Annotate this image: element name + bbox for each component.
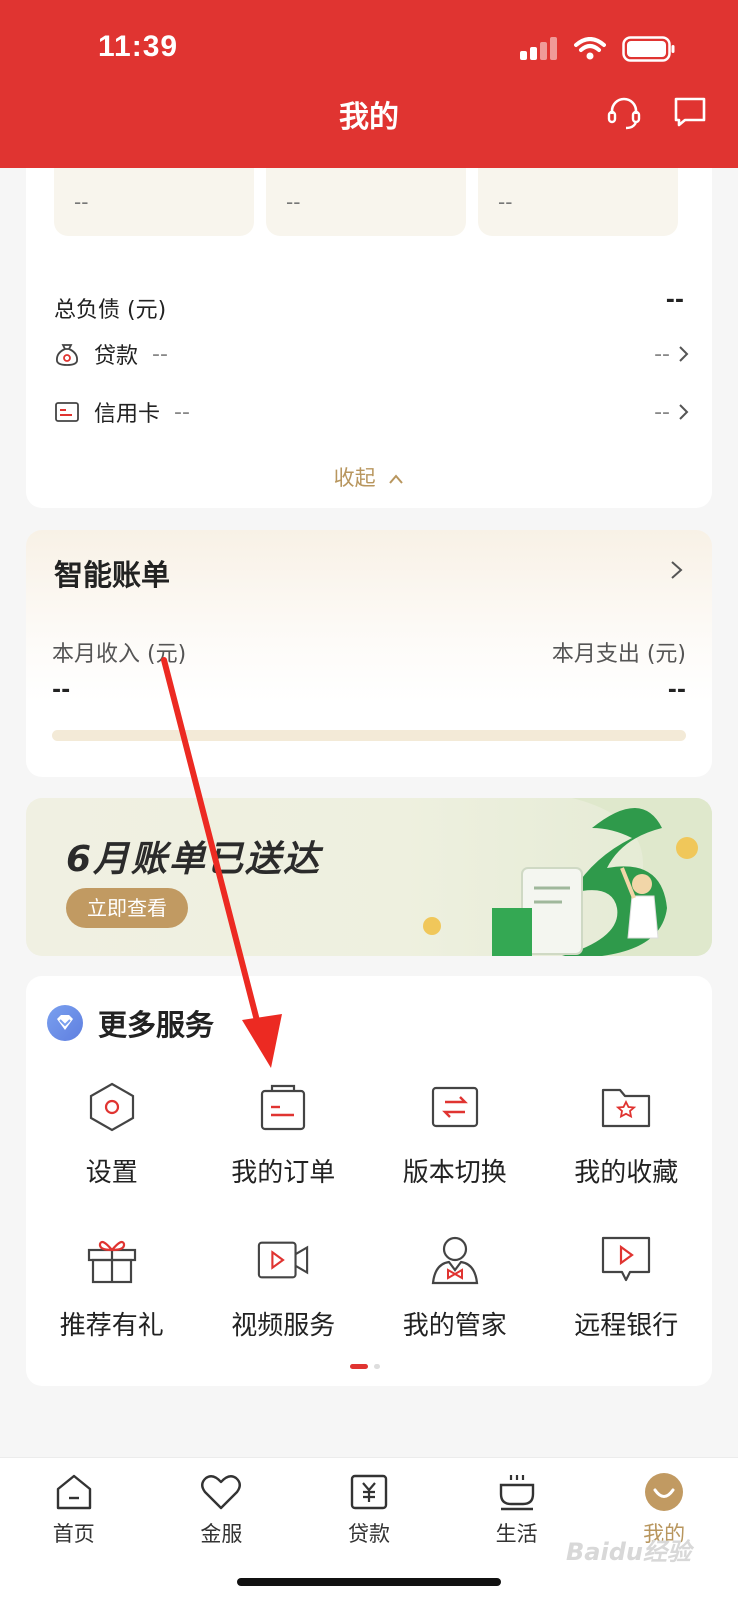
service-label: 我的收藏 (574, 1158, 679, 1188)
service-my-orders[interactable]: 我的订单 (198, 1080, 370, 1189)
debt-row-amount: -- (654, 341, 670, 367)
home-icon (52, 1470, 96, 1514)
chevron-right-icon (679, 346, 689, 362)
service-favorites[interactable]: 我的收藏 (541, 1080, 713, 1189)
service-referral-gift[interactable]: 推荐有礼 (26, 1233, 198, 1342)
status-icons (520, 36, 676, 62)
butler-icon (428, 1233, 482, 1287)
service-video[interactable]: 视频服务 (198, 1233, 370, 1342)
remote-bank-icon (599, 1233, 653, 1287)
header-actions (606, 94, 708, 130)
debt-row-amount: -- (654, 399, 670, 425)
battery-icon (622, 36, 675, 62)
smart-bill-title: 智能账单 (54, 558, 171, 592)
service-remote-bank[interactable]: 远程银行 (541, 1233, 713, 1342)
expense-value: -- (667, 678, 686, 703)
service-label: 我的管家 (402, 1311, 507, 1341)
watermark: Baidu经验 (566, 1538, 691, 1566)
service-label: 我的订单 (231, 1158, 336, 1188)
message-button[interactable] (672, 94, 708, 130)
services-grid: 设置 我的订单 版本切换 我的收藏 推荐有礼 视频服务 我的管家 远程银行 (26, 1080, 712, 1342)
service-label: 版本切换 (402, 1158, 507, 1188)
gift-icon (85, 1233, 139, 1287)
service-label: 推荐有礼 (59, 1311, 164, 1341)
tab-label: 生活 (495, 1522, 538, 1546)
debt-total: -- (665, 288, 684, 313)
service-label: 设置 (85, 1158, 138, 1188)
cellular-signal-icon (520, 37, 557, 60)
income-value: -- (52, 678, 71, 703)
income-expense-bar (52, 730, 686, 741)
switch-icon (428, 1080, 482, 1134)
tab-label: 金服 (200, 1522, 243, 1546)
debt-row-loan[interactable]: 贷款 -- -- (54, 334, 690, 374)
home-indicator (237, 1578, 501, 1586)
collapse-label: 收起 (333, 466, 376, 490)
smart-bill-card[interactable]: 智能账单 本月收入 (元) 本月支出 (元) -- -- (26, 530, 712, 777)
banner-view-button[interactable]: 立即查看 (66, 888, 188, 928)
debt-row-value: -- (152, 341, 168, 367)
chevron-right-icon (679, 404, 689, 420)
settings-hexagon-icon (85, 1080, 139, 1134)
wifi-icon (574, 37, 606, 60)
service-version-switch[interactable]: 版本切换 (369, 1080, 541, 1189)
page-indicator (350, 1364, 380, 1369)
service-butler[interactable]: 我的管家 (369, 1233, 541, 1342)
yuan-loan-icon (347, 1470, 391, 1514)
banner-illustration (423, 798, 712, 956)
credit-card-icon (54, 401, 86, 423)
debt-row-credit-card[interactable]: 信用卡 -- -- (54, 392, 690, 432)
tab-label: 贷款 (347, 1522, 390, 1546)
video-camera-icon (256, 1233, 310, 1287)
profile-smile-icon (642, 1470, 686, 1514)
debt-row-right: -- (654, 342, 690, 367)
customer-service-button[interactable] (606, 94, 642, 130)
chevron-right-icon (671, 561, 683, 579)
services-header: 更多服务 (46, 1002, 214, 1044)
heart-icon (199, 1470, 243, 1514)
status-time: 11:39 (98, 30, 179, 63)
page-dot-active (350, 1364, 368, 1369)
asset-card: -- -- -- 总负债 (元) -- 贷款 -- -- 信用卡 -- -- 收… (26, 150, 712, 508)
services-title: 更多服务 (98, 1008, 215, 1042)
expense-label: 本月支出 (元) (551, 642, 686, 667)
service-label: 视频服务 (231, 1311, 336, 1341)
page-dot (374, 1364, 380, 1369)
headset-icon (607, 97, 641, 130)
debt-row-right: -- (654, 400, 690, 425)
banner-title: 6月账单已送达 (66, 839, 322, 880)
debt-row-value: -- (174, 399, 190, 425)
income-label: 本月收入 (元) (52, 642, 187, 667)
chevron-up-icon (389, 474, 404, 484)
collapse-toggle[interactable]: 收起 (26, 462, 712, 492)
tab-label: 首页 (52, 1522, 95, 1546)
debt-title: 总负债 (元) (54, 298, 167, 323)
loan-bag-icon (54, 341, 86, 367)
service-label: 远程银行 (574, 1311, 679, 1341)
bill-banner[interactable]: 6月账单已送达 立即查看 (26, 798, 712, 956)
more-services-card: 更多服务 设置 我的订单 版本切换 我的收藏 推荐有礼 视频服务 我的管家 远程… (26, 976, 712, 1386)
top-header: 11:39 我的 (0, 0, 738, 168)
debt-row-label: 信用卡 (94, 402, 161, 427)
coffee-cup-icon (495, 1470, 539, 1514)
favorites-folder-icon (599, 1080, 653, 1134)
debt-row-label: 贷款 (94, 344, 139, 369)
diamond-badge-icon (47, 1005, 83, 1041)
service-settings[interactable]: 设置 (26, 1080, 198, 1189)
order-icon (256, 1080, 310, 1134)
tab-home[interactable]: 首页 (0, 1470, 148, 1600)
message-icon (674, 97, 706, 127)
